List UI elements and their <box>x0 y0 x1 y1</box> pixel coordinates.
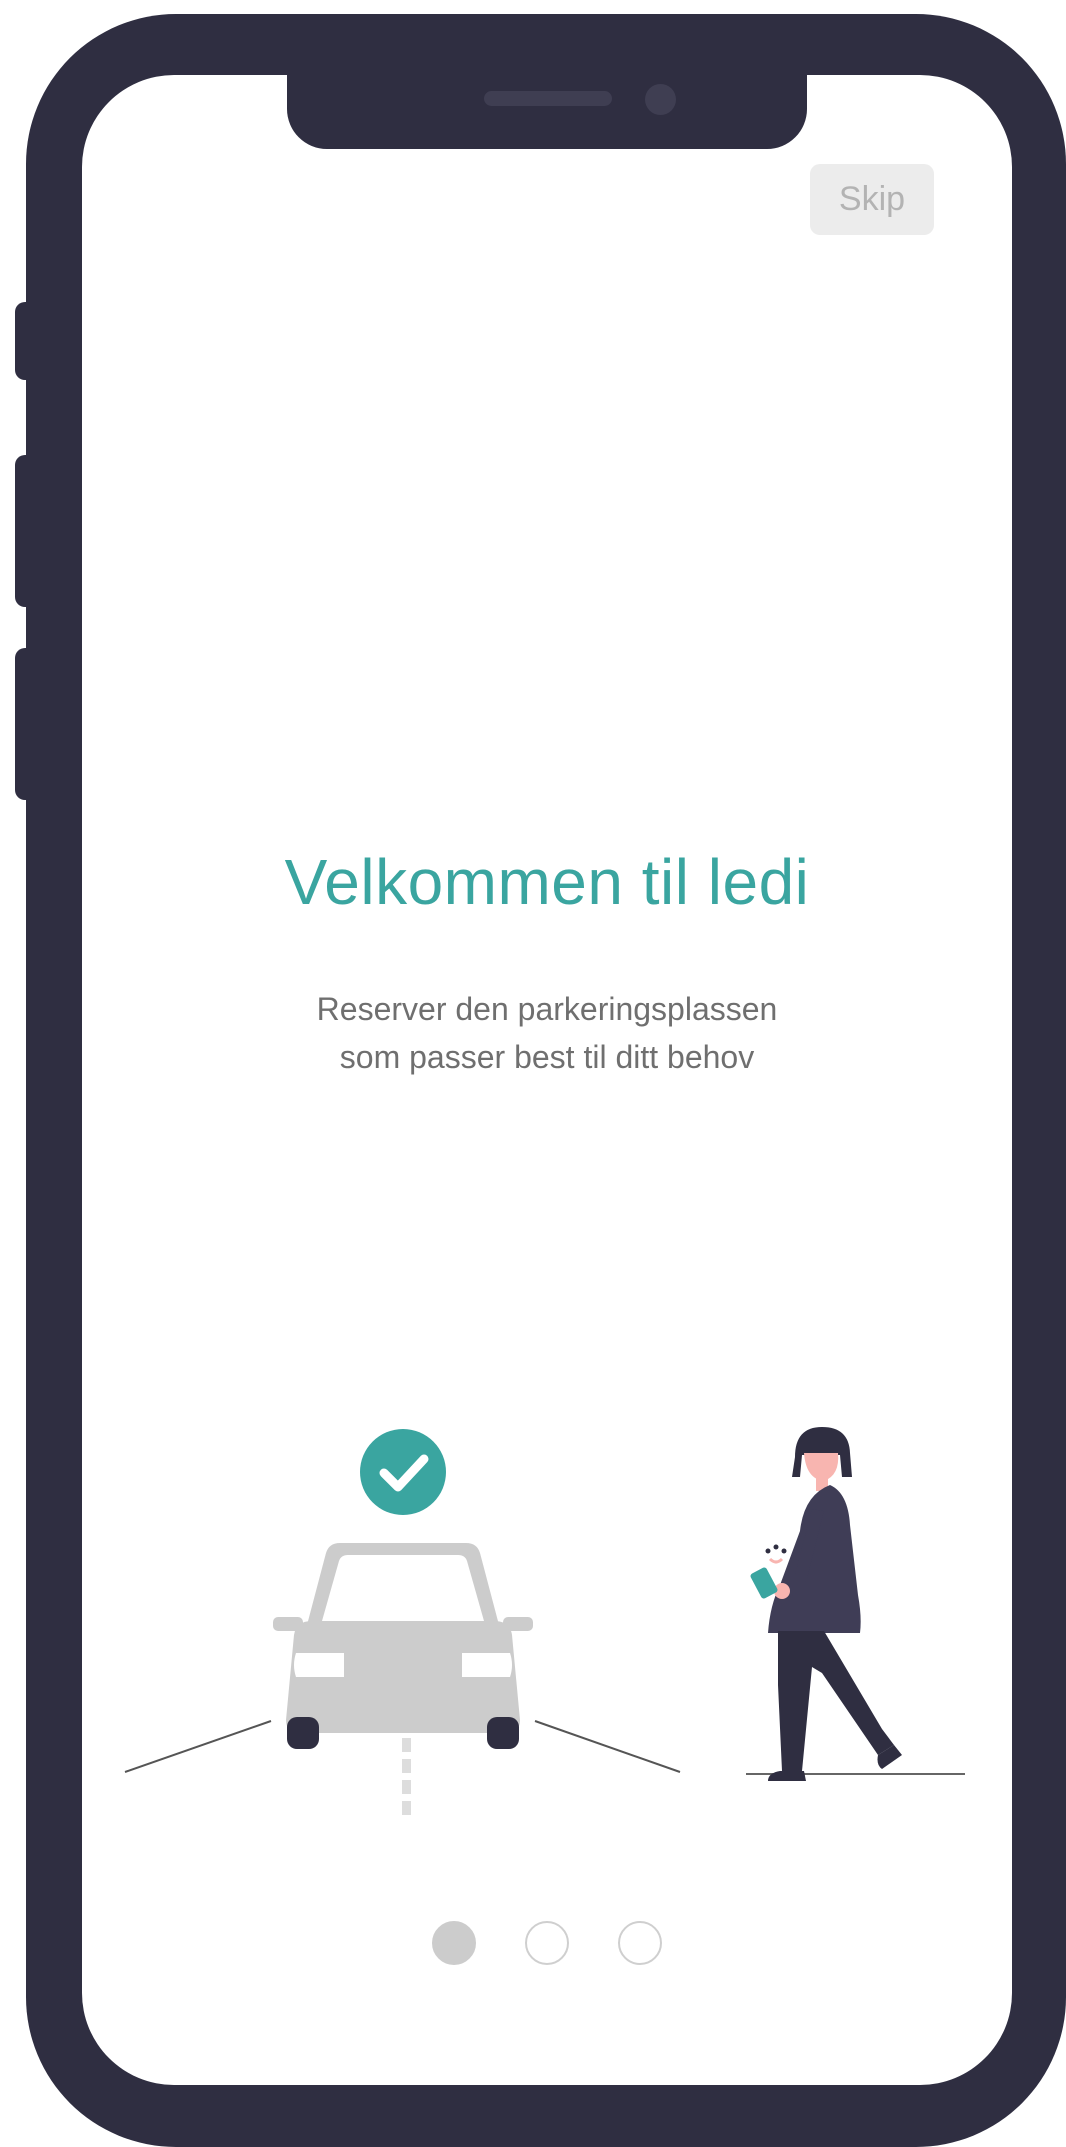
road-lines <box>124 1720 681 1815</box>
onboarding-title: Velkommen til ledi <box>284 846 810 918</box>
check-badge-icon <box>360 1429 446 1515</box>
skip-button[interactable]: Skip <box>810 164 934 235</box>
page-dot-2[interactable] <box>525 1921 569 1965</box>
device-mockup: Skip Velkommen til ledi Reserver den par… <box>0 0 1066 2147</box>
phone-notch <box>287 75 807 149</box>
page-dot-1[interactable] <box>432 1921 476 1965</box>
car-icon <box>273 1543 533 1749</box>
onboarding-illustration <box>124 1427 965 1815</box>
page-dot-3[interactable] <box>618 1921 662 1965</box>
front-camera <box>645 84 676 115</box>
subtitle-line-2: som passer best til ditt behov <box>339 1039 755 1075</box>
speaker-grille <box>484 91 612 106</box>
page-indicator <box>82 1921 1012 1971</box>
app-screen: Skip Velkommen til ledi Reserver den par… <box>82 75 1012 2085</box>
person-with-phone-icon <box>746 1427 965 1781</box>
onboarding-subtitle: Reserver den parkeringsplassen som passe… <box>82 985 1012 1081</box>
subtitle-line-1: Reserver den parkeringsplassen <box>316 991 778 1027</box>
